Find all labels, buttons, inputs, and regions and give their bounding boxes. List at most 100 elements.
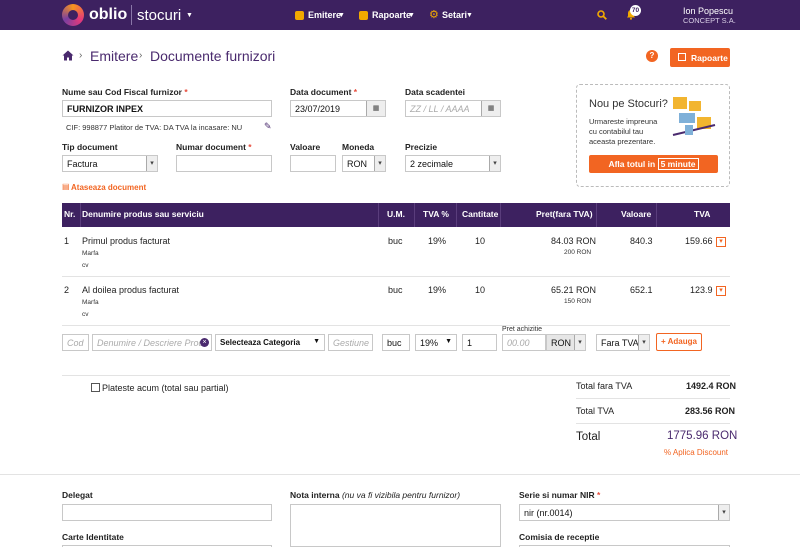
supplier-label: Nume sau Cod Fiscal furnizor * bbox=[62, 87, 188, 97]
clear-icon[interactable]: × bbox=[200, 338, 209, 347]
purchase-price-input[interactable]: 00.00 bbox=[502, 334, 546, 351]
precision-select[interactable]: 2 zecimale ▾ bbox=[405, 155, 501, 172]
col-divider bbox=[378, 203, 379, 227]
row-price-with-vat: 150 RON bbox=[564, 298, 592, 305]
edit-icon[interactable]: ✎ bbox=[264, 121, 272, 132]
vat-mode-select[interactable]: Fara TVA ▾ bbox=[596, 334, 650, 351]
totals-divider bbox=[576, 398, 730, 399]
total-net-label: Total fara TVA bbox=[576, 381, 633, 391]
row-vat: 123.9 bbox=[690, 285, 713, 295]
row-um: buc bbox=[388, 285, 403, 295]
supplier-input[interactable]: FURNIZOR INPEX bbox=[62, 100, 272, 117]
row-nr: 2 bbox=[64, 285, 70, 295]
row-value: 840.3 bbox=[630, 236, 653, 246]
um-input[interactable]: buc bbox=[382, 334, 410, 351]
row-actions-dropdown[interactable]: ▾ bbox=[716, 237, 726, 247]
row-name: Primul produs facturat bbox=[82, 236, 171, 246]
row-gestiune: cv bbox=[82, 262, 89, 269]
col-divider bbox=[656, 203, 657, 227]
code-input[interactable]: Cod bbox=[62, 334, 89, 351]
currency-label: Moneda bbox=[342, 142, 375, 152]
add-product-button[interactable]: + Adauga bbox=[656, 333, 702, 351]
attach-document-link[interactable]: Ataseaza document bbox=[71, 183, 146, 192]
notification-badge: 70 bbox=[630, 5, 641, 16]
col-value: Valoare bbox=[621, 209, 652, 219]
commission-label: Comisia de receptie bbox=[519, 532, 600, 542]
promo-text: aceasta prezentare. bbox=[589, 137, 656, 146]
total-vat-value: 283.56 RON bbox=[685, 406, 736, 416]
due-date-placeholder: ZZ / LL / AAAA bbox=[410, 104, 470, 114]
doc-date-value: 23/07/2019 bbox=[295, 104, 341, 114]
gestiune-input[interactable]: Gestiune bbox=[328, 334, 373, 351]
row-vat: 159.66 bbox=[685, 236, 713, 246]
user-name[interactable]: Ion Popescu bbox=[683, 6, 733, 16]
nir-select[interactable]: nir (nr.0014) ▾ bbox=[519, 504, 730, 521]
section-divider bbox=[62, 375, 730, 376]
product-name-input[interactable]: Denumire / Descriere Produ × bbox=[92, 334, 212, 351]
delegat-label: Delegat bbox=[62, 490, 93, 500]
price-currency-value: RON bbox=[551, 338, 571, 348]
quantity-input[interactable]: 1 bbox=[462, 334, 497, 351]
chevron-down-icon[interactable]: ▼ bbox=[186, 12, 193, 19]
col-vat: TVA bbox=[694, 209, 711, 219]
row-tva: 19% bbox=[428, 236, 447, 246]
currency-select[interactable]: RON ▾ bbox=[342, 155, 386, 172]
rapoarte-button[interactable]: Rapoarte bbox=[670, 48, 730, 67]
chevron-down-icon: ▾ bbox=[638, 335, 649, 350]
currency-value: RON bbox=[347, 159, 367, 169]
doc-type-select[interactable]: Factura ▾ bbox=[62, 155, 158, 172]
price-currency-select[interactable]: RON ▾ bbox=[546, 334, 586, 351]
nav-emitere[interactable]: Emitere bbox=[308, 10, 341, 20]
row-category: Marfa bbox=[82, 250, 99, 257]
col-tva: TVA % bbox=[423, 209, 449, 219]
help-icon[interactable]: ? bbox=[646, 50, 658, 62]
category-select[interactable]: Selecteaza Categoria ▼ bbox=[215, 334, 325, 351]
calendar-icon[interactable]: ▦ bbox=[481, 101, 500, 116]
internal-note-textarea[interactable] bbox=[290, 504, 501, 547]
oblio-logo-icon[interactable] bbox=[62, 4, 84, 26]
total-vat-label: Total TVA bbox=[576, 406, 615, 416]
apply-discount-link[interactable]: % Aplica Discount bbox=[664, 448, 728, 457]
nav-setari[interactable]: Setari bbox=[442, 10, 467, 20]
supplier-info: CIF: 998877 Platitor de TVA: DA TVA la i… bbox=[66, 123, 243, 132]
col-divider bbox=[500, 203, 501, 227]
promo-title: Nou pe Stocuri? bbox=[589, 98, 668, 110]
home-icon[interactable] bbox=[62, 50, 74, 61]
doc-number-label: Numar document * bbox=[176, 142, 252, 152]
row-gestiune: cv bbox=[82, 311, 89, 318]
promo-button-highlight: 5 minute bbox=[657, 158, 699, 170]
id-card-label: Carte Identitate bbox=[62, 532, 124, 542]
calendar-icon[interactable]: ▦ bbox=[366, 101, 385, 116]
vat-mode-value: Fara TVA bbox=[601, 338, 639, 348]
doc-type-value: Factura bbox=[67, 159, 98, 169]
row-price-with-vat: 200 RON bbox=[564, 249, 592, 256]
tva-select[interactable]: 19% ▼ bbox=[415, 334, 457, 351]
row-name: Al doilea produs facturat bbox=[82, 285, 180, 295]
total-net-value: 1492.4 RON bbox=[686, 381, 737, 391]
due-date-input[interactable]: ZZ / LL / AAAA ▦ bbox=[405, 100, 501, 117]
company-name: CONCEPT S.A. bbox=[683, 16, 736, 25]
pay-now-checkbox[interactable] bbox=[91, 383, 100, 392]
doc-date-label: Data document * bbox=[290, 87, 358, 97]
delegat-input[interactable] bbox=[62, 504, 272, 521]
value-input[interactable] bbox=[290, 155, 336, 172]
breadcrumb-emitere[interactable]: Emitere bbox=[90, 48, 138, 64]
search-icon[interactable] bbox=[597, 10, 607, 20]
rapoarte-button-label: Rapoarte bbox=[691, 53, 728, 63]
doc-number-input[interactable] bbox=[176, 155, 272, 172]
brand-name[interactable]: oblio bbox=[89, 6, 127, 24]
nav-rapoarte[interactable]: Rapoarte bbox=[372, 10, 411, 20]
chevron-down-icon: ▾ bbox=[374, 156, 385, 171]
promo-button[interactable]: Afla totul in 5 minute bbox=[589, 155, 718, 173]
tva-value: 19% bbox=[420, 338, 439, 348]
row-actions-dropdown[interactable]: ▾ bbox=[716, 286, 726, 296]
product-name[interactable]: stocuri bbox=[137, 7, 181, 24]
chevron-down-icon: ▾ bbox=[146, 156, 157, 171]
note-label: Nota interna (nu va fi vizibila pentru f… bbox=[290, 490, 461, 500]
nir-label: Serie si numar NIR * bbox=[519, 490, 601, 500]
doc-date-input[interactable]: 23/07/2019 ▦ bbox=[290, 100, 386, 117]
doc-type-label: Tip document bbox=[62, 142, 118, 152]
chevron-down-icon: ▾ bbox=[718, 505, 729, 520]
chevron-down-icon: ▼ bbox=[338, 12, 345, 19]
row-divider bbox=[62, 276, 730, 277]
